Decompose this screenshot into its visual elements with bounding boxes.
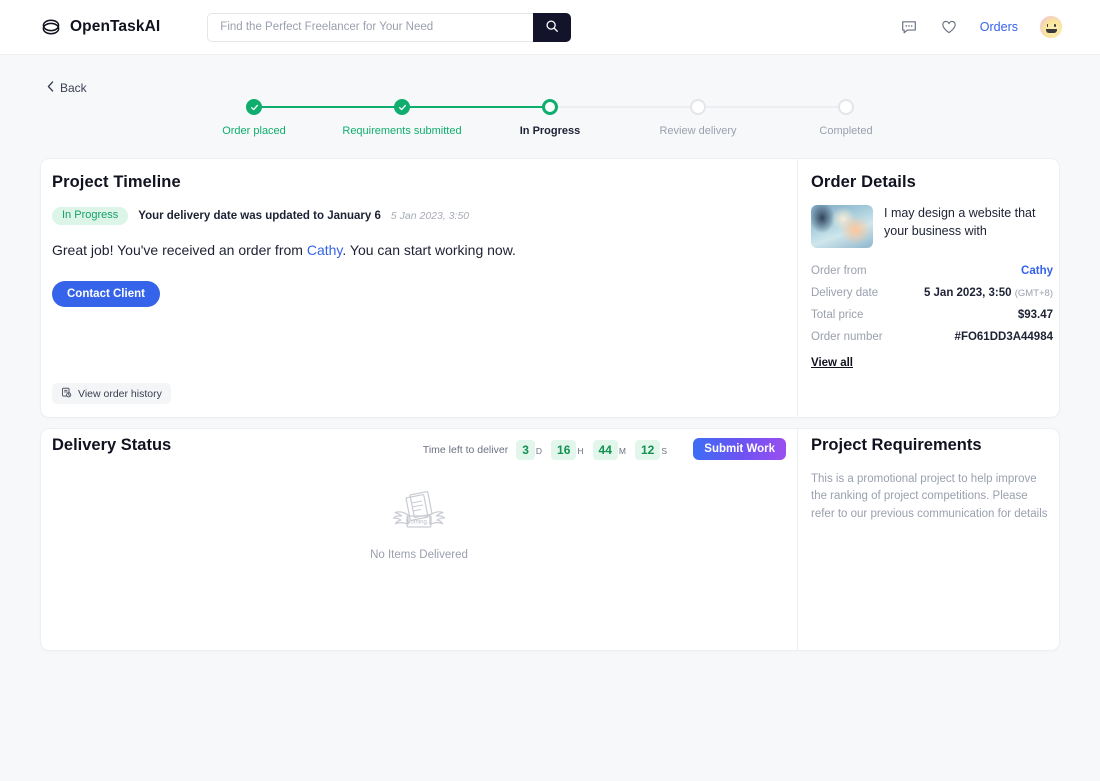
detail-key: Order number — [811, 331, 883, 343]
timeline-meta: In Progress Your delivery date was updat… — [52, 207, 469, 225]
brand-name: OpenTaskAI — [70, 18, 161, 35]
delivery-empty-label: No Items Delivered — [370, 549, 468, 561]
step-check-icon — [394, 99, 410, 115]
step-check-icon — [246, 99, 262, 115]
order-detail-row-total-price: Total price $93.47 — [811, 309, 1053, 321]
countdown-minutes-unit: M — [618, 446, 626, 456]
top-card-row: Project Timeline In Progress Your delive… — [40, 158, 1060, 418]
avatar-mouth — [1045, 28, 1057, 33]
client-name-link[interactable]: Cathy — [307, 242, 343, 258]
stepper-step-completed[interactable]: Completed — [772, 99, 920, 137]
delivery-status-panel: Delivery Status Time left to deliver 3D … — [41, 429, 797, 650]
countdown-label: Time left to deliver — [422, 444, 509, 456]
step-label: Requirements submitted — [342, 125, 462, 137]
detail-value: #FO61DD3A44984 — [954, 331, 1053, 343]
timeline-message-prefix: Great job! You've received an order from — [52, 242, 307, 258]
app-header: OpenTaskAI Find the Perfect Freelancer f… — [0, 0, 1100, 55]
project-requirements-panel: Project Requirements This is a promotion… — [797, 429, 1059, 650]
project-requirements-title: Project Requirements — [811, 436, 982, 454]
countdown-seconds-value: 12 — [634, 440, 661, 460]
order-detail-row-order-from: Order from Cathy — [811, 265, 1053, 277]
stepper-step-requirements-submitted[interactable]: Requirements submitted — [328, 99, 476, 137]
order-details-list: Order from Cathy Delivery date 5 Jan 202… — [811, 265, 1053, 371]
countdown-days-value: 3 — [516, 440, 535, 460]
step-label: Review delivery — [659, 125, 737, 137]
step-pending-icon — [690, 99, 706, 115]
timeline-message: Great job! You've received an order from… — [52, 242, 516, 258]
search-icon — [545, 19, 559, 36]
step-label: Completed — [819, 125, 873, 137]
order-details-panel: Order Details I may design a website tha… — [797, 159, 1059, 417]
search-bar — [207, 12, 572, 42]
search-button[interactable] — [533, 12, 572, 42]
stepper-step-review-delivery[interactable]: Review delivery — [624, 99, 772, 137]
step-current-icon — [542, 99, 558, 115]
detail-key: Order from — [811, 265, 867, 277]
order-detail-row-order-number: Order number #FO61DD3A44984 — [811, 331, 1053, 343]
countdown-hours-value: 16 — [551, 440, 577, 460]
chevron-left-icon — [47, 81, 54, 95]
back-button[interactable]: Back — [47, 81, 87, 95]
delivery-status-title: Delivery Status — [52, 436, 172, 454]
submit-work-button[interactable]: Submit Work — [693, 438, 786, 460]
project-timeline-panel: Project Timeline In Progress Your delive… — [41, 159, 797, 417]
bottom-card-row: Delivery Status Time left to deliver 3D … — [40, 428, 1060, 651]
order-details-title: Order Details — [811, 173, 916, 191]
delivery-countdown: Time left to deliver 3D 16 H 44 M 12 S — [422, 440, 670, 460]
step-label: Order placed — [222, 125, 286, 137]
search-input[interactable] — [207, 12, 534, 42]
svg-text:Nothing...: Nothing... — [406, 520, 432, 526]
user-avatar[interactable] — [1040, 16, 1062, 38]
avatar-eye-left — [1046, 24, 1049, 27]
detail-value-client-link[interactable]: Cathy — [1021, 265, 1053, 277]
contact-client-button[interactable]: Contact Client — [52, 281, 160, 307]
delivery-empty-state: Nothing... No Items Delivered — [41, 489, 797, 561]
detail-value: 5 Jan 2023, 3:50 (GMT+8) — [924, 287, 1053, 299]
order-product[interactable]: I may design a website that your busines… — [811, 205, 1053, 248]
countdown-seconds-unit: S — [661, 446, 667, 456]
timeline-update-text: Your delivery date was updated to Januar… — [138, 210, 381, 222]
winged-papers-nothing-icon: Nothing... — [384, 489, 454, 542]
step-label: In Progress — [519, 125, 581, 137]
order-progress-stepper: Order placed Requirements submitted In P… — [180, 99, 920, 141]
timeline-message-suffix: . You can start working now. — [342, 242, 516, 258]
detail-key: Total price — [811, 309, 864, 321]
countdown-days-unit: D — [535, 446, 543, 456]
timeline-update-time: 5 Jan 2023, 3:50 — [390, 210, 470, 222]
detail-value-timezone: (GMT+8) — [1014, 288, 1053, 299]
stepper-step-in-progress[interactable]: In Progress — [476, 99, 624, 137]
countdown-minutes-value: 44 — [592, 440, 618, 460]
stepper-step-order-placed[interactable]: Order placed — [180, 99, 328, 137]
detail-value: $93.47 — [1017, 309, 1053, 321]
order-detail-row-delivery-date: Delivery date 5 Jan 2023, 3:50 (GMT+8) — [811, 287, 1053, 299]
order-thumbnail-image — [811, 205, 873, 248]
view-order-history-button[interactable]: View order history — [52, 383, 171, 404]
detail-value-text: 5 Jan 2023, 3:50 — [923, 287, 1012, 299]
order-product-name: I may design a website that your busines… — [884, 206, 1036, 238]
view-order-history-label: View order history — [78, 387, 162, 400]
status-badge: In Progress — [52, 207, 129, 225]
view-all-link[interactable]: View all — [811, 357, 853, 369]
countdown-hours-unit: H — [577, 446, 584, 456]
orders-link[interactable]: Orders — [980, 20, 1018, 34]
stepper-steps: Order placed Requirements submitted In P… — [180, 99, 920, 137]
header-actions: Orders — [900, 16, 1062, 38]
page-title: Project Timeline — [52, 173, 181, 191]
chat-bubble-icon[interactable] — [900, 18, 918, 36]
detail-key: Delivery date — [811, 287, 879, 299]
order-history-icon — [61, 387, 72, 401]
step-pending-icon — [838, 99, 854, 115]
avatar-eye-right — [1053, 24, 1056, 27]
project-requirements-body: This is a promotional project to help im… — [811, 473, 1048, 520]
back-label: Back — [60, 81, 87, 95]
brand-logo[interactable]: OpenTaskAI — [40, 16, 160, 38]
overlapping-ellipses-logo-icon — [40, 16, 62, 38]
heart-icon[interactable] — [940, 18, 958, 36]
page-root: OpenTaskAI Find the Perfect Freelancer f… — [0, 0, 1100, 781]
